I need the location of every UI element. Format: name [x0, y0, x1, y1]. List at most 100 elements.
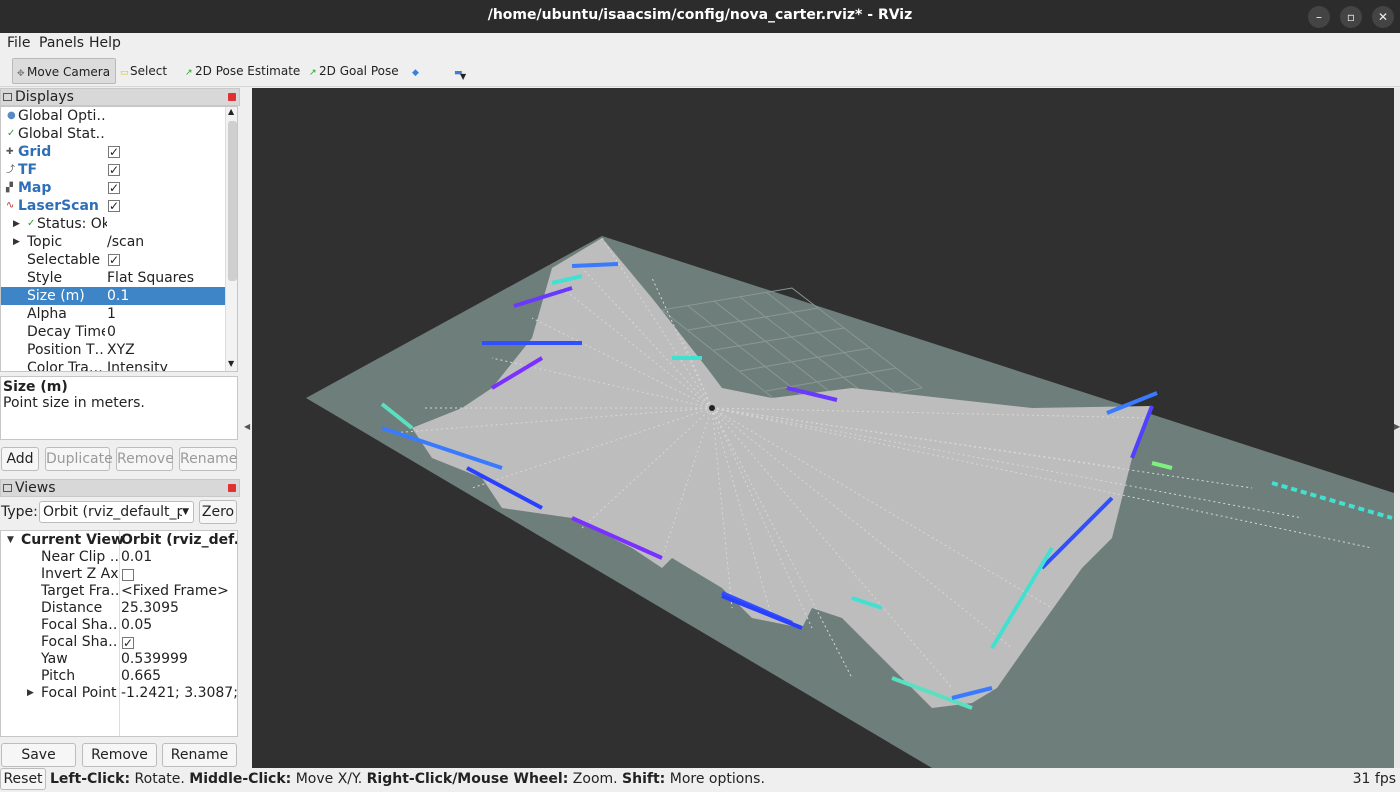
view-row-target-frame[interactable]: Target Fra… <Fixed Frame> — [1, 583, 237, 600]
property-row-size[interactable]: Size (m) 0.1 — [1, 287, 225, 305]
property-row-status[interactable]: ▶ ✓ Status: Ok — [1, 215, 225, 233]
pose-estimate-tool[interactable]: ↗ 2D Pose Estimate — [181, 58, 301, 84]
laserscan-enabled-checkbox[interactable]: ✓ — [108, 200, 120, 212]
scene-canvas[interactable] — [252, 88, 1394, 768]
remove-display-button[interactable]: Remove — [116, 447, 174, 471]
expand-arrow-icon[interactable]: ▶ — [13, 215, 20, 233]
select-tool[interactable]: ▭Select — [116, 58, 180, 84]
property-value[interactable]: XYZ — [107, 341, 225, 359]
publish-point-tool[interactable]: ◆ — [408, 58, 424, 84]
chevron-down-icon: ▼ — [182, 502, 189, 522]
check-status-icon: ✓ — [7, 128, 16, 139]
close-views-icon[interactable] — [228, 484, 236, 492]
property-value[interactable]: Intensity — [107, 359, 225, 371]
duplicate-display-button[interactable]: Duplicate — [45, 447, 113, 471]
description-title: Size (m) — [3, 379, 68, 395]
minimize-icon[interactable]: – — [1308, 6, 1330, 28]
view-property-value[interactable]: -1.2421; 3.3087; … — [121, 685, 237, 702]
view-row-yaw[interactable]: Yaw 0.539999 — [1, 651, 237, 668]
property-value[interactable]: 1 — [107, 305, 225, 323]
goal-pose-tool[interactable]: ↗ 2D Goal Pose — [305, 58, 405, 84]
display-row-map[interactable]: ▞ Map ✓ — [1, 179, 225, 197]
view-row-focal-shape-fixed[interactable]: Focal Sha… ✓ — [1, 634, 237, 651]
right-panel-collapse[interactable]: ▶ — [1394, 88, 1400, 768]
zero-view-button[interactable]: Zero — [199, 500, 237, 524]
expand-arrow-icon[interactable]: ▶ — [27, 685, 34, 702]
expand-arrow-icon[interactable]: ▶ — [13, 233, 20, 251]
property-label: Size (m) — [27, 288, 85, 304]
add-display-button[interactable]: Add — [1, 447, 39, 471]
view-row-focal-point[interactable]: ▶ Focal Point -1.2421; 3.3087; … — [1, 685, 237, 702]
menu-panels[interactable]: Panels — [39, 35, 84, 51]
pose-estimate-icon: ↗ — [185, 68, 193, 78]
window-titlebar: /home/ubuntu/isaacsim/config/nova_carter… — [0, 0, 1400, 33]
menubar: File Panels Help — [0, 33, 1400, 54]
scroll-down-icon[interactable]: ▼ — [228, 359, 234, 368]
description-text: Point size in meters. — [3, 395, 145, 411]
property-row-position-transformer[interactable]: Position T… XYZ — [1, 341, 225, 359]
property-row-alpha[interactable]: Alpha 1 — [1, 305, 225, 323]
display-row-tf[interactable]: ⤴ TF ✓ — [1, 161, 225, 179]
menu-file[interactable]: File — [7, 35, 30, 51]
view-property-value[interactable]: <Fixed Frame> — [121, 583, 237, 600]
property-row-topic[interactable]: ▶ Topic /scan — [1, 233, 225, 251]
move-camera-tool[interactable]: ✥ Move Camera — [12, 58, 116, 84]
close-displays-icon[interactable] — [228, 93, 236, 101]
collapse-arrow-icon[interactable]: ▼ — [7, 532, 14, 549]
property-value[interactable]: /scan — [107, 233, 225, 251]
view-property-value[interactable]: 25.3095 — [121, 600, 237, 617]
display-row-global-options[interactable]: ● Global Opti… — [1, 107, 225, 125]
property-row-style[interactable]: Style Flat Squares — [1, 269, 225, 287]
property-value[interactable]: 0.1 — [107, 287, 225, 305]
view-property-label: Yaw — [41, 651, 68, 667]
display-row-global-status[interactable]: ✓ Global Stat… — [1, 125, 225, 143]
save-view-button[interactable]: Save — [1, 743, 76, 767]
view-row-pitch[interactable]: Pitch 0.665 — [1, 668, 237, 685]
view-row-focal-shape-size[interactable]: Focal Sha… 0.05 — [1, 617, 237, 634]
display-row-laserscan[interactable]: ∿ LaserScan ✓ — [1, 197, 225, 215]
gear-icon: ● — [7, 110, 16, 121]
map-enabled-checkbox[interactable]: ✓ — [108, 182, 120, 194]
view-property-value[interactable]: 0.01 — [121, 549, 237, 566]
view-property-value[interactable]: 0.539999 — [121, 651, 237, 668]
rename-view-button[interactable]: Rename — [162, 743, 237, 767]
views-header: Views — [0, 479, 240, 497]
property-row-selectable[interactable]: Selectable ✓ — [1, 251, 225, 269]
rename-display-button[interactable]: Rename — [179, 447, 237, 471]
selectable-checkbox[interactable]: ✓ — [108, 254, 120, 266]
view-row-invert-z[interactable]: Invert Z Axis — [1, 566, 237, 583]
view-type-select[interactable]: Orbit (rviz_default_pl ▼ — [39, 501, 194, 523]
property-value[interactable]: Flat Squares — [107, 269, 225, 287]
panel-splitter[interactable]: ◀ — [240, 88, 252, 768]
render-viewport[interactable] — [252, 88, 1394, 768]
remove-view-button[interactable]: Remove — [82, 743, 157, 767]
display-row-grid[interactable]: ✚ Grid ✓ — [1, 143, 225, 161]
property-row-color-transformer[interactable]: Color Tra… Intensity — [1, 359, 225, 371]
view-property-value[interactable]: 0.665 — [121, 668, 237, 685]
property-value[interactable]: 0 — [107, 323, 225, 341]
view-property-label: Focal Point — [41, 685, 117, 701]
grid-enabled-checkbox[interactable]: ✓ — [108, 146, 120, 158]
tf-enabled-checkbox[interactable]: ✓ — [108, 164, 120, 176]
menu-help[interactable]: Help — [89, 35, 121, 51]
view-type-value: Orbit (rviz_default_pl — [43, 504, 190, 520]
scroll-up-icon[interactable]: ▲ — [228, 107, 234, 116]
property-label: Position T… — [27, 342, 105, 358]
view-property-value[interactable]: 0.05 — [121, 617, 237, 634]
view-row-near-clip[interactable]: Near Clip … 0.01 — [1, 549, 237, 566]
view-row-distance[interactable]: Distance 25.3095 — [1, 600, 237, 617]
close-window-icon[interactable]: ✕ — [1372, 6, 1394, 28]
move-camera-label: Move Camera — [27, 65, 111, 79]
add-tool-dropdown[interactable]: ▬ ▼ — [450, 58, 472, 84]
maximize-icon[interactable]: ▫ — [1340, 6, 1362, 28]
scrollbar-thumb[interactable] — [228, 121, 237, 281]
goal-pose-icon: ↗ — [309, 68, 317, 78]
toolbar: ✥ Move Camera ▭Select ↗ 2D Pose Estimate ↗… — [0, 54, 1400, 87]
invert-z-checkbox[interactable] — [122, 569, 134, 581]
reset-button[interactable]: Reset — [0, 768, 46, 790]
focal-shape-fixed-checkbox[interactable]: ✓ — [122, 637, 134, 649]
current-view-row[interactable]: ▼ Current View Orbit (rviz_def… — [1, 532, 237, 549]
displays-scrollbar[interactable]: ▲ ▼ — [225, 107, 237, 371]
tf-icon: ⤴ — [6, 165, 16, 175]
property-row-decay-time[interactable]: Decay Time 0 — [1, 323, 225, 341]
